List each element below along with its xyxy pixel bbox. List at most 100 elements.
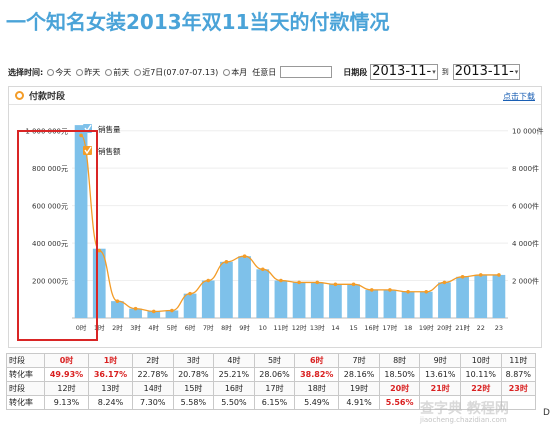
table-cell: 21时 [419,381,461,396]
y-right-tick-label: 4 000件 [512,239,539,248]
x-tick-label: 22 [477,324,485,332]
line-point [460,275,465,279]
row-header: 时段 [6,381,45,396]
table-cell: 23时 [500,381,537,396]
x-tick-label: 5时 [167,323,178,332]
table-cell: 11时 [500,353,537,368]
table-cell: 20.78% [172,367,215,382]
table-cell: 0时 [44,353,89,368]
bar [492,274,506,318]
table-row: 时段 0时 1时 2时 3时 4时 5时 6时 7时 8时 9时 10时 11时 [6,353,537,368]
table-cell: 22.78% [131,367,174,382]
bar [438,282,451,318]
table-cell: 36.17% [87,367,133,382]
line-point [351,282,356,287]
x-tick-label: 3时 [130,323,141,332]
table-cell: 13.61% [419,367,461,382]
table-cell: 5.58% [172,395,215,410]
x-tick-label: 23 [495,324,503,332]
table-cell: 25.21% [213,367,255,382]
y-right-tick-label: 10 000件 [512,127,544,136]
bar [347,284,360,318]
x-tick-label: 10 [259,324,267,332]
bar [383,289,397,318]
page-mark: D [543,408,550,418]
line-point [188,291,192,296]
row-header: 转化率 [6,367,45,382]
table-cell: 12时 [44,381,89,396]
x-tick-label: 16时 [364,323,379,332]
table-cell: 4时 [213,353,255,368]
x-tick-label: 18 [404,324,412,332]
x-tick-label: 12时 [292,323,307,332]
x-tick-label: 9时 [239,323,250,332]
highlight-box [17,130,98,341]
line-point [369,288,374,292]
bar [274,280,288,318]
line-point [151,309,156,314]
line-point [133,306,138,311]
bar [419,291,433,318]
bar [310,282,324,318]
bar [456,276,469,318]
bar [365,289,379,318]
table-cell: 6.15% [253,395,296,410]
table-cell: 5时 [253,353,296,368]
table-row: 时段 12时 13时 14时 15时 16时 17时 18时 19时 20时 21时 22时 23时 [6,381,537,396]
table-cell: 8时 [378,353,421,368]
table-cell: 19时 [338,381,380,396]
x-tick-label: 19时 [419,323,434,332]
table-cell: 22时 [460,381,502,396]
line-point [279,278,283,283]
table-cell: 28.06% [253,367,296,382]
bar [474,274,488,318]
table-cell: 9时 [419,353,461,368]
table-cell: 6时 [294,353,340,368]
bar [238,256,251,318]
line-point [242,254,247,258]
table-cell: 4.91% [338,395,380,410]
x-tick-label: 17时 [383,323,398,332]
legend-label: 销售量 [98,124,121,134]
line-point [406,289,410,294]
table-cell: 38.82% [294,367,340,382]
table-cell: 5.49% [294,395,340,410]
line-point [478,273,483,277]
table-cell: 10时 [460,353,502,368]
line-point [206,278,211,283]
y-right-tick-label: 8 000件 [512,164,539,173]
bar [220,261,233,318]
table-cell: 49.93% [44,367,89,382]
bar [401,291,415,318]
line-point [424,289,429,294]
line-point [224,260,229,264]
table-cell: 7.30% [131,395,174,410]
y-right-tick-label: 2 000件 [512,277,539,286]
table-cell: 20时 [378,381,421,396]
bar [329,284,342,318]
x-tick-label: 2时 [112,323,123,332]
line-point [260,267,265,272]
table-cell: 15时 [172,381,215,396]
line-point [115,299,120,303]
table-cell: 18.50% [378,367,421,382]
y-right-tick-label: 6 000件 [512,202,539,211]
x-tick-label: 21时 [455,323,470,332]
table-cell: 5.50% [213,395,255,410]
watermark: 查字典 教程网 jiaocheng.chazidian.com [420,401,509,424]
line-point [170,308,174,313]
x-tick-label: 15 [349,324,357,332]
series-line [80,134,499,313]
bar [292,282,306,318]
table-row: 转化率 49.93% 36.17% 22.78% 20.78% 25.21% 28.06% 3… [6,367,537,382]
line-point [315,280,320,285]
table-cell: 13时 [87,381,133,396]
line-point [297,280,301,285]
line-point [333,282,338,287]
x-tick-label: 14 [331,324,339,332]
x-tick-label: 11时 [274,323,289,332]
table-cell: 5.56% [378,395,421,410]
table-cell: 7时 [338,353,380,368]
x-tick-label: 6时 [185,323,196,332]
x-tick-label: 13时 [310,323,325,332]
